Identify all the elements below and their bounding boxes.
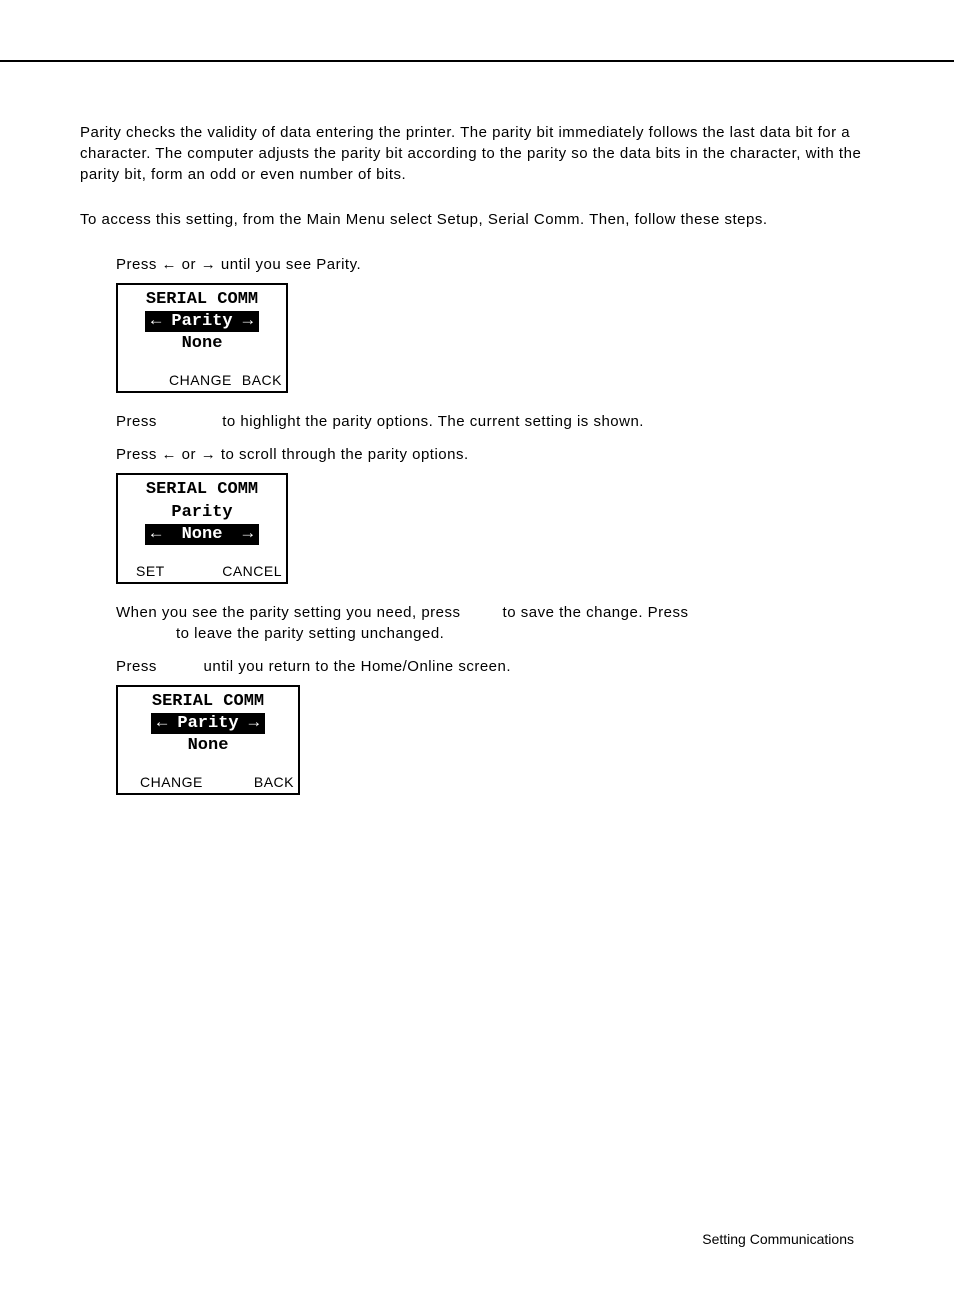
step-1-text-b: or	[177, 256, 201, 273]
step-5-text-b: until you return to the Home/Online scre…	[199, 658, 511, 675]
step-5-text-a: Press	[116, 658, 162, 675]
step-4-text-c: to leave the parity setting unchanged.	[176, 623, 874, 644]
lcd1-softkey-change: CHANGE	[169, 371, 232, 389]
paragraph-intro: Parity checks the validity of data enter…	[80, 122, 874, 185]
step-3: Press ← or → to scroll through the parit…	[116, 444, 874, 465]
step-2: Press to highlight the parity options. T…	[116, 411, 874, 432]
lcd1-softkey-back: BACK	[242, 371, 282, 389]
step-4: When you see the parity setting you need…	[116, 602, 874, 644]
step-3-text-a: Press	[116, 446, 162, 463]
step-5: Press until you return to the Home/Onlin…	[116, 656, 874, 677]
lcd3-highlight: ← Parity →	[151, 713, 265, 734]
step-4-text-b: to save the change. Press	[498, 604, 689, 621]
paragraph-access: To access this setting, from the Main Me…	[80, 209, 874, 230]
lcd3-softkey-change: CHANGE	[140, 773, 203, 791]
lcd3-softkey-back: BACK	[254, 773, 294, 791]
lcd-screen-1: SERIAL COMM ← Parity → None CHANGE BACK	[116, 283, 288, 393]
lcd2-title: SERIAL COMM	[118, 479, 286, 501]
step-1: Press ← or → until you see Parity.	[116, 254, 874, 275]
lcd2-highlight: ← None →	[145, 524, 259, 545]
lcd1-value: None	[118, 333, 286, 355]
lcd-screen-2: SERIAL COMM Parity ← None → SET CANCEL	[116, 473, 288, 583]
step-4-text-a: When you see the parity setting you need…	[116, 604, 465, 621]
page-footer: Setting Communications	[702, 1231, 854, 1247]
lcd1-title: SERIAL COMM	[118, 289, 286, 311]
left-arrow-icon: ←	[162, 256, 178, 273]
step-1-text-c: until you see Parity.	[216, 256, 361, 273]
lcd2-sub: Parity	[118, 502, 286, 524]
lcd3-title: SERIAL COMM	[118, 691, 298, 713]
left-arrow-icon: ←	[162, 446, 178, 463]
step-2-text-a: Press	[116, 413, 162, 430]
right-arrow-icon: →	[201, 256, 217, 273]
step-3-text-c: to scroll through the parity options.	[216, 446, 468, 463]
step-2-text-b: to highlight the parity options. The cur…	[218, 413, 644, 430]
step-3-text-b: or	[177, 446, 201, 463]
lcd3-value: None	[118, 735, 298, 757]
step-1-text-a: Press	[116, 256, 162, 273]
right-arrow-icon: →	[201, 446, 217, 463]
lcd-screen-3: SERIAL COMM ← Parity → None CHANGE BACK	[116, 685, 300, 795]
lcd1-highlight: ← Parity →	[145, 311, 259, 332]
lcd2-softkey-set: SET	[136, 562, 165, 580]
lcd2-softkey-cancel: CANCEL	[222, 562, 282, 580]
